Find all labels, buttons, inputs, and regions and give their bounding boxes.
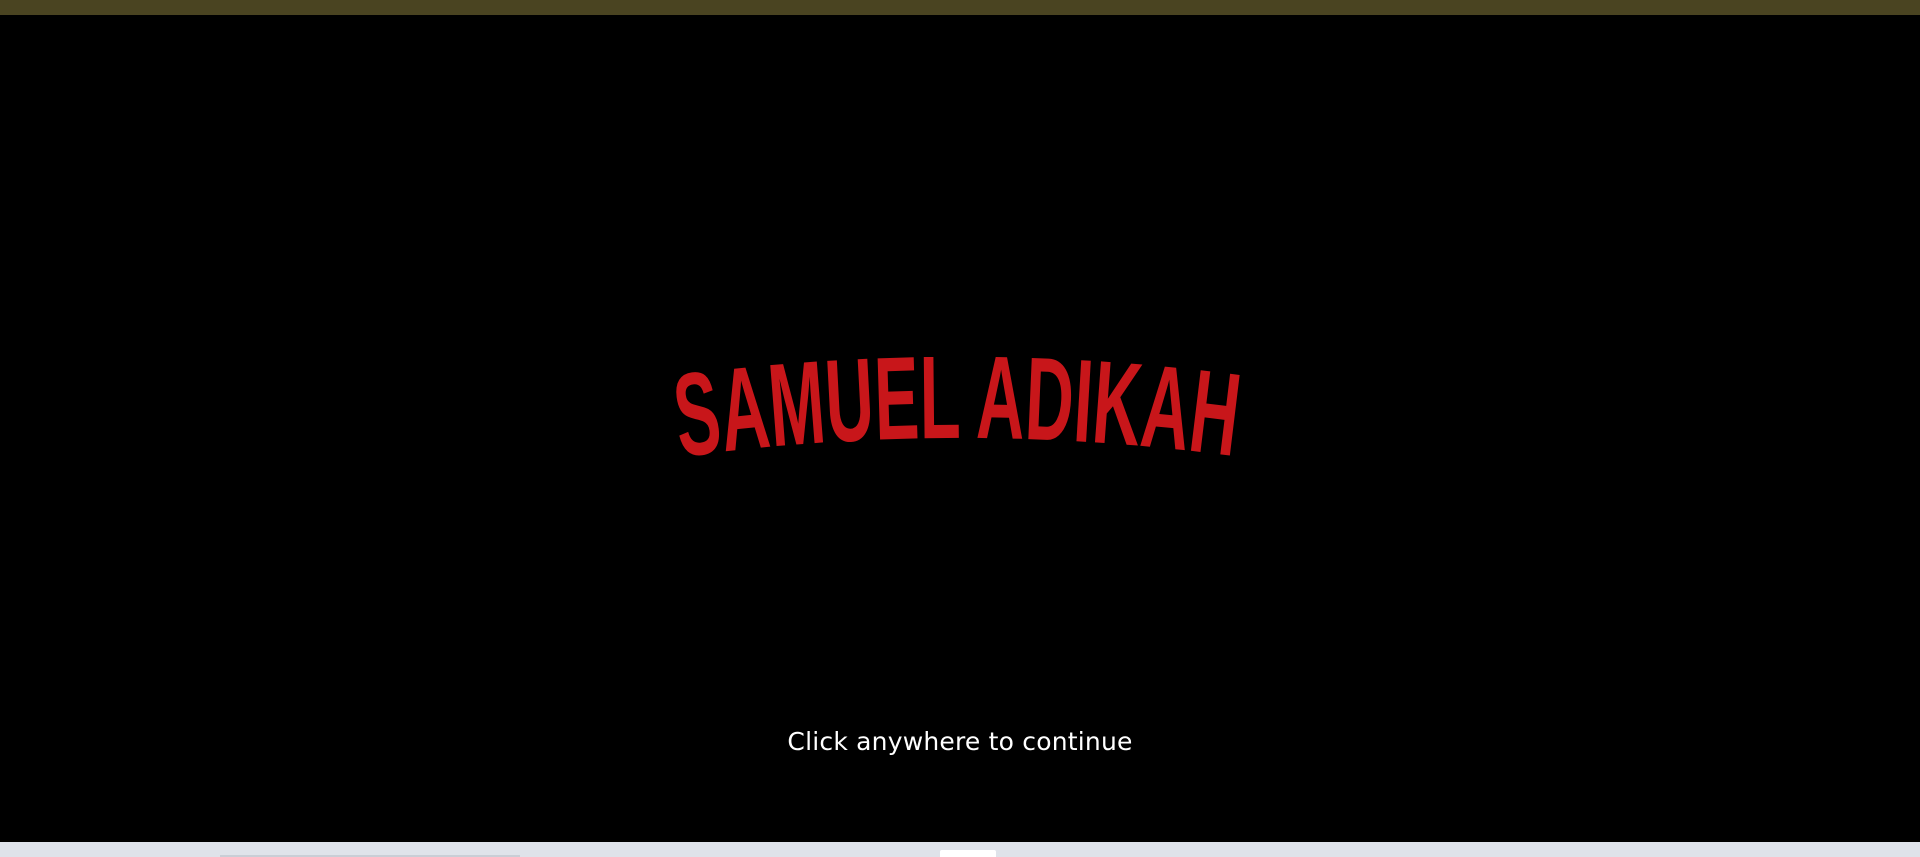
logo: SAMUEL ADIKAH bbox=[670, 315, 1250, 475]
splash-screen[interactable]: SAMUEL ADIKAH Click anywhere to continue bbox=[0, 15, 1920, 842]
top-strip bbox=[0, 0, 1920, 15]
bottom-bar-tab bbox=[940, 850, 996, 857]
logo-text: SAMUEL ADIKAH bbox=[670, 332, 1247, 475]
continue-hint: Click anywhere to continue bbox=[787, 727, 1133, 756]
logo-svg: SAMUEL ADIKAH bbox=[670, 332, 1247, 475]
bottom-bar bbox=[0, 842, 1920, 857]
logo-textpath: SAMUEL ADIKAH bbox=[670, 332, 1247, 475]
